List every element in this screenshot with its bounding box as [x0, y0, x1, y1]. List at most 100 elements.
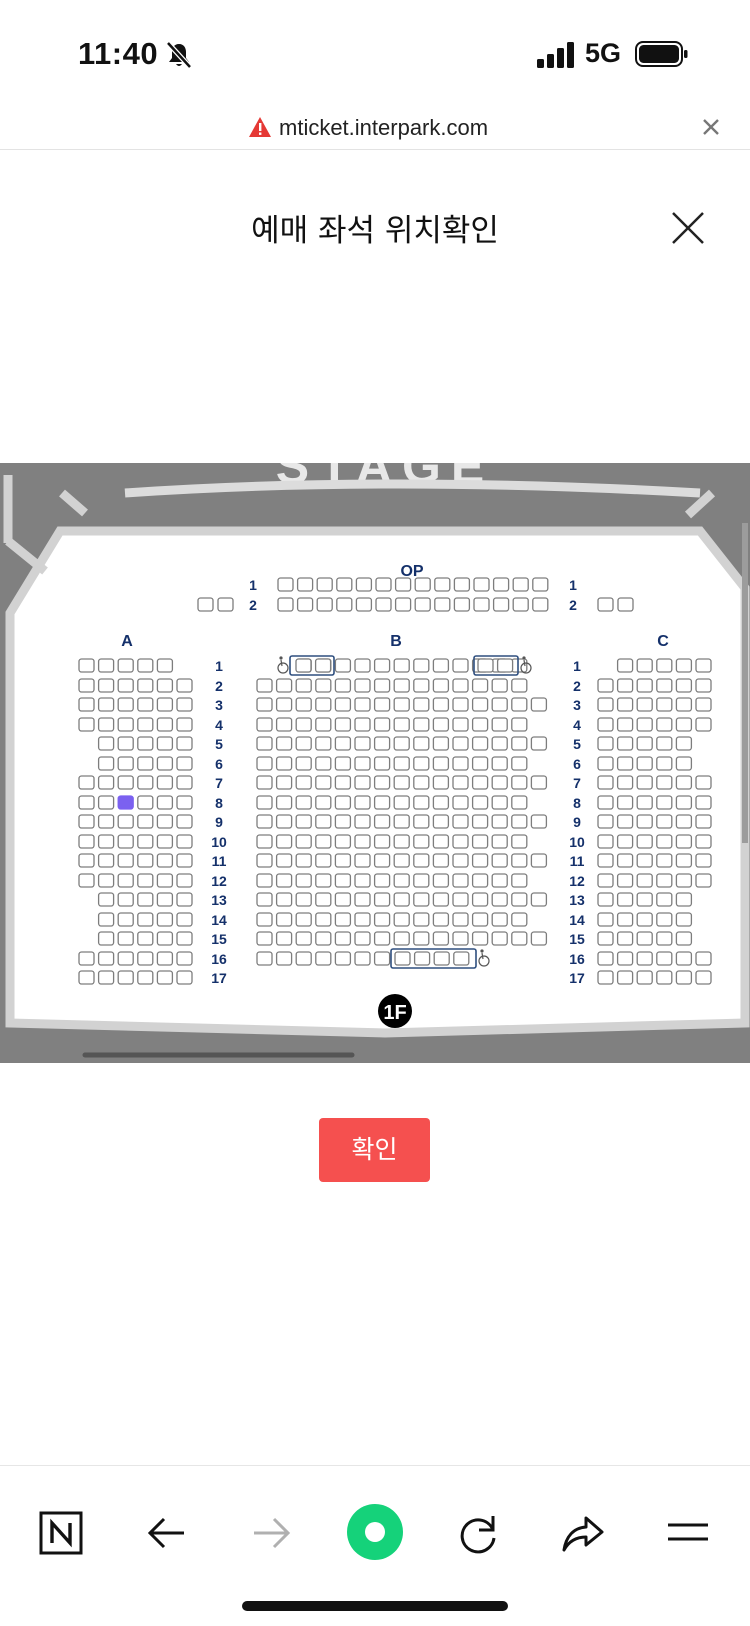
seat-b-7-9[interactable]: [413, 775, 430, 790]
seat-b-9-3[interactable]: [295, 814, 312, 829]
seat-b-10-12[interactable]: [471, 834, 489, 849]
seat-b-9-6[interactable]: [354, 814, 371, 829]
seat-b-13-7[interactable]: [373, 892, 391, 907]
wheelchair-seat-1-2[interactable]: [314, 658, 332, 673]
seat-a-9-3[interactable]: [117, 814, 134, 829]
seat-c-11-4[interactable]: [656, 853, 673, 868]
seat-b-16-1[interactable]: [256, 951, 273, 966]
seat-b-14-5[interactable]: [334, 912, 352, 927]
seat-b-3-8[interactable]: [393, 697, 410, 712]
seat-b-15-1[interactable]: [256, 931, 273, 946]
seat-c-7-4[interactable]: [656, 775, 673, 790]
seat-b-11-2[interactable]: [275, 853, 293, 868]
seat-b-10-11[interactable]: [452, 834, 469, 849]
seat-b-14-12[interactable]: [471, 912, 489, 927]
seat-b-8-4[interactable]: [315, 795, 332, 810]
seat-b-11-11[interactable]: [452, 853, 469, 868]
seat-b-6-2[interactable]: [275, 756, 293, 771]
seat-a-9-6[interactable]: [176, 814, 193, 829]
seat-b-8-10[interactable]: [432, 795, 450, 810]
seat-b-9-11[interactable]: [452, 814, 469, 829]
seat-a-12-2[interactable]: [97, 873, 115, 888]
seat-c-5-3[interactable]: [636, 736, 653, 751]
seat-b-7-7[interactable]: [373, 775, 391, 790]
seat-b-11-1[interactable]: [256, 853, 273, 868]
seat-op-2-8[interactable]: [414, 597, 431, 612]
seat-b-11-3[interactable]: [295, 853, 312, 868]
seat-a-13-4[interactable]: [137, 892, 154, 907]
seat-c-3-4[interactable]: [656, 697, 673, 712]
seat-b-1-9[interactable]: [413, 658, 430, 673]
seat-a-3-5[interactable]: [156, 697, 174, 712]
seat-b-15-8[interactable]: [393, 931, 410, 946]
seat-a-5-6[interactable]: [176, 736, 193, 751]
seat-b-6-14[interactable]: [511, 756, 528, 771]
seat-c-4-3[interactable]: [636, 717, 653, 732]
seat-b-10-13[interactable]: [491, 834, 508, 849]
seat-c-8-5[interactable]: [675, 795, 693, 810]
seat-c-8-1[interactable]: [597, 795, 614, 810]
seat-a-13-3[interactable]: [117, 892, 134, 907]
seat-b-5-14[interactable]: [511, 736, 528, 751]
seat-b-9-4[interactable]: [315, 814, 332, 829]
seat-b-8-1[interactable]: [256, 795, 273, 810]
seat-a-7-3[interactable]: [117, 775, 134, 790]
seat-c-10-5[interactable]: [675, 834, 693, 849]
seat-b-6-9[interactable]: [413, 756, 430, 771]
seat-a-7-1[interactable]: [78, 775, 95, 790]
seat-c-13-5[interactable]: [675, 892, 693, 907]
seat-b-4-11[interactable]: [452, 717, 469, 732]
seat-b-7-13[interactable]: [491, 775, 508, 790]
seat-b-8-2[interactable]: [275, 795, 293, 810]
seat-c-12-4[interactable]: [656, 873, 673, 888]
seat-b-5-2[interactable]: [275, 736, 293, 751]
seat-op-2-10[interactable]: [453, 597, 471, 612]
seat-b-5-1[interactable]: [256, 736, 273, 751]
seat-a-16-5[interactable]: [156, 951, 174, 966]
seat-b-5-9[interactable]: [413, 736, 430, 751]
seat-b-5-3[interactable]: [295, 736, 312, 751]
seat-a-16-6[interactable]: [176, 951, 193, 966]
seat-b-2-7[interactable]: [373, 678, 391, 693]
seat-a-2-4[interactable]: [137, 678, 154, 693]
seat-a-3-3[interactable]: [117, 697, 134, 712]
seat-op-1-5[interactable]: [355, 577, 373, 592]
seat-b-15-10[interactable]: [432, 931, 450, 946]
seat-b-8-5[interactable]: [334, 795, 352, 810]
seat-c-9-5[interactable]: [675, 814, 693, 829]
seat-a-11-1[interactable]: [78, 853, 95, 868]
seat-b-9-7[interactable]: [373, 814, 391, 829]
seat-c-8-2[interactable]: [616, 795, 634, 810]
seat-c-10-3[interactable]: [636, 834, 653, 849]
seat-c-16-1[interactable]: [597, 951, 614, 966]
seat-a-14-6[interactable]: [176, 912, 193, 927]
seat-b-6-13[interactable]: [491, 756, 508, 771]
seat-c-13-3[interactable]: [636, 892, 653, 907]
seat-op-1-10[interactable]: [453, 577, 471, 592]
menu-icon[interactable]: [665, 1510, 711, 1556]
seat-c-13-2[interactable]: [616, 892, 634, 907]
seat-op-1-3[interactable]: [316, 577, 333, 592]
seat-b-11-9[interactable]: [413, 853, 430, 868]
seat-b-12-3[interactable]: [295, 873, 312, 888]
seat-b-9-9[interactable]: [413, 814, 430, 829]
seat-c-5-5[interactable]: [675, 736, 693, 751]
seat-c-2-1[interactable]: [597, 678, 614, 693]
seat-c-6-5[interactable]: [675, 756, 693, 771]
seat-b-4-9[interactable]: [413, 717, 430, 732]
seat-c-15-1[interactable]: [597, 931, 614, 946]
seat-b-10-6[interactable]: [354, 834, 371, 849]
seat-c-16-5[interactable]: [675, 951, 693, 966]
seat-b-7-12[interactable]: [471, 775, 489, 790]
seat-b-8-12[interactable]: [471, 795, 489, 810]
seat-b-9-10[interactable]: [432, 814, 450, 829]
seat-a-17-5[interactable]: [156, 970, 174, 985]
seat-a-15-3[interactable]: [117, 931, 134, 946]
seat-op-1-6[interactable]: [375, 577, 392, 592]
seat-b-4-8[interactable]: [393, 717, 410, 732]
seat-b-16-6[interactable]: [354, 951, 371, 966]
seat-op-1-11[interactable]: [473, 577, 490, 592]
url-text[interactable]: mticket.interpark.com: [279, 115, 488, 141]
seat-b-3-6[interactable]: [354, 697, 371, 712]
seat-a-11-4[interactable]: [137, 853, 154, 868]
